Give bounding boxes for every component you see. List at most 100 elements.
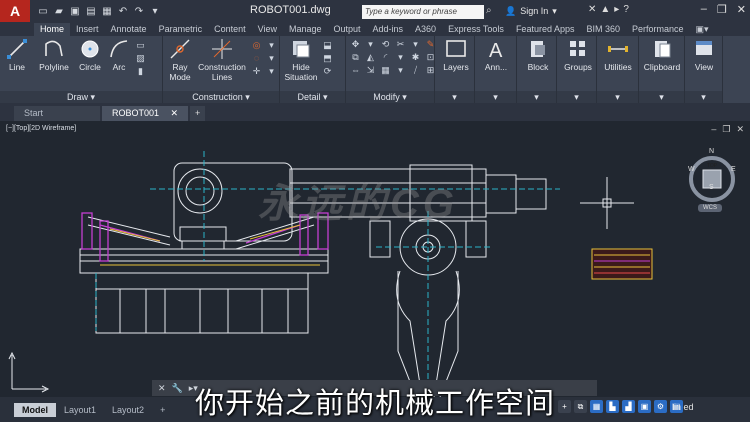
tab-performance[interactable]: Performance bbox=[626, 23, 690, 36]
annotation-dropdown[interactable]: ▾ bbox=[475, 91, 516, 103]
search-icon[interactable]: ⌕ bbox=[486, 5, 492, 16]
groups-dropdown[interactable]: ▾ bbox=[557, 91, 596, 103]
file-tab-start[interactable]: Start bbox=[14, 106, 100, 121]
stretch-icon[interactable]: ⇔ bbox=[350, 65, 361, 75]
utilities-dropdown[interactable]: ▾ bbox=[597, 91, 638, 103]
clipboard-dropdown[interactable]: ▾ bbox=[639, 91, 684, 103]
tab-add-ins[interactable]: Add-ins bbox=[367, 23, 410, 36]
move-icon[interactable]: ✥ bbox=[350, 39, 361, 49]
block-dropdown[interactable]: ▾ bbox=[517, 91, 556, 103]
compass-east[interactable]: E bbox=[731, 166, 736, 173]
search-input[interactable]: Type a keyword or phrase bbox=[362, 5, 484, 19]
snap-icon[interactable]: ▦ bbox=[590, 400, 603, 413]
sign-in-button[interactable]: 👤 Sign In ▾ bbox=[505, 6, 557, 17]
layout-tab-layout1[interactable]: Layout1 bbox=[56, 403, 104, 417]
block-button[interactable]: Block bbox=[523, 38, 553, 72]
detail-refresh-icon[interactable]: ⟳ bbox=[322, 66, 333, 76]
compass-south[interactable]: S bbox=[709, 184, 714, 191]
circle-button[interactable]: Circle bbox=[78, 38, 102, 72]
explode-icon[interactable]: ✱ bbox=[410, 52, 421, 62]
restore-icon[interactable]: ❐ bbox=[717, 3, 727, 16]
command-line[interactable]: ✕ 🔧 ▸▾ bbox=[152, 380, 597, 396]
annotation-button[interactable]: A Ann... bbox=[481, 38, 511, 72]
move-dropdown-icon[interactable]: ▾ bbox=[365, 39, 376, 49]
arc-button[interactable]: Arc bbox=[108, 38, 130, 72]
compass-west[interactable]: W bbox=[688, 166, 695, 173]
array-dropdown-icon[interactable]: ▾ bbox=[395, 65, 406, 75]
center-lines-icon[interactable]: ✛ bbox=[251, 66, 262, 76]
ortho-icon[interactable]: ▙ bbox=[606, 400, 619, 413]
dropdown-icon-3[interactable]: ▾ bbox=[266, 66, 277, 76]
construction-lines-button[interactable]: Construction Lines bbox=[197, 38, 247, 82]
detail-view-icon[interactable]: ⬓ bbox=[322, 40, 333, 50]
new-icon[interactable]: ▭ bbox=[36, 4, 50, 18]
section-icon[interactable]: ⬒ bbox=[322, 53, 333, 63]
layout-tab-layout2[interactable]: Layout2 bbox=[104, 403, 152, 417]
tab-insert[interactable]: Insert bbox=[70, 23, 105, 36]
compass-north[interactable]: N bbox=[709, 148, 714, 155]
redo-icon[interactable]: ↷ bbox=[132, 4, 146, 18]
save-as-icon[interactable]: ▤ bbox=[84, 4, 98, 18]
hatch-icon[interactable]: ▨ bbox=[135, 53, 146, 63]
tab-annotate[interactable]: Annotate bbox=[105, 23, 153, 36]
tangent-icon[interactable]: ◌ bbox=[251, 53, 262, 63]
customize-icon[interactable]: 🔧 bbox=[172, 383, 183, 394]
draw-panel-title[interactable]: Draw ▾ bbox=[0, 91, 162, 103]
scale-icon[interactable]: ⇲ bbox=[365, 65, 376, 75]
tab-view[interactable]: View bbox=[252, 23, 283, 36]
ribbon-options-icon[interactable]: ▣▾ bbox=[690, 23, 715, 36]
trim-icon[interactable]: ✂ bbox=[395, 39, 406, 49]
add-layout-button[interactable]: + bbox=[152, 403, 173, 417]
settings-icon[interactable]: ⚙ bbox=[654, 400, 667, 413]
trim-dropdown-icon[interactable]: ▾ bbox=[410, 39, 421, 49]
view-button[interactable]: View bbox=[689, 38, 719, 72]
model-space-icon[interactable]: + bbox=[558, 400, 571, 413]
clipboard-button[interactable]: Clipboard bbox=[642, 38, 682, 72]
tab-a360[interactable]: A360 bbox=[409, 23, 442, 36]
workspace-icon[interactable]: ▾ bbox=[148, 4, 162, 18]
tab-home[interactable]: Home bbox=[34, 23, 71, 36]
save-icon[interactable]: ▣ bbox=[68, 4, 82, 18]
view-dropdown[interactable]: ▾ bbox=[685, 91, 722, 103]
osnap-icon[interactable]: ▣ bbox=[638, 400, 651, 413]
exchange-icon[interactable]: ✕ bbox=[588, 4, 596, 15]
utilities-button[interactable]: Utilities bbox=[601, 38, 635, 72]
tab-featured-apps[interactable]: Featured Apps bbox=[510, 23, 581, 36]
help-icon[interactable]: ? bbox=[623, 4, 629, 15]
rectangle-icon[interactable]: ▭ bbox=[135, 40, 146, 50]
minimize-icon[interactable]: ‒ bbox=[701, 3, 707, 16]
copy-icon[interactable]: ⧉ bbox=[350, 52, 361, 62]
mirror-icon[interactable]: ◭ bbox=[365, 52, 376, 62]
polyline-button[interactable]: Polyline bbox=[38, 38, 70, 72]
detail-panel-title[interactable]: Detail ▾ bbox=[280, 91, 345, 103]
polar-icon[interactable]: ▟ bbox=[622, 400, 635, 413]
hide-situation-button[interactable]: Hide Situation bbox=[284, 38, 318, 82]
close-tab-icon[interactable]: ✕ bbox=[170, 106, 178, 121]
dropdown-icon-2[interactable]: ▾ bbox=[266, 53, 277, 63]
modify-panel-title[interactable]: Modify ▾ bbox=[346, 91, 434, 103]
line-button[interactable]: Line bbox=[6, 38, 28, 72]
construction-panel-title[interactable]: Construction ▾ bbox=[163, 91, 279, 103]
viewcube-top-label[interactable]: TOP bbox=[704, 163, 720, 169]
rotate-icon[interactable]: ⟲ bbox=[380, 39, 391, 49]
layout-tab-model[interactable]: Model bbox=[14, 402, 56, 417]
a360-icon[interactable]: ▲ bbox=[600, 4, 610, 15]
file-tab-robot001[interactable]: ROBOT001 ✕ bbox=[102, 106, 188, 121]
tab-output[interactable]: Output bbox=[328, 23, 367, 36]
new-tab-button[interactable]: + bbox=[190, 106, 206, 121]
close-command-line-icon[interactable]: ✕ bbox=[158, 383, 166, 394]
tab-parametric[interactable]: Parametric bbox=[153, 23, 209, 36]
drawing-canvas[interactable]: [−][Top][2D Wireframe] ‒ ❐ ✕ 永远的CG TOP N… bbox=[0, 121, 750, 397]
wcs-menu[interactable]: WCS bbox=[698, 204, 722, 212]
recent-commands-icon[interactable]: ▸▾ bbox=[189, 383, 198, 394]
ray-mode-button[interactable]: Ray Mode bbox=[165, 38, 195, 82]
close-icon[interactable]: ✕ bbox=[737, 3, 746, 16]
print-icon[interactable]: ▦ bbox=[100, 4, 114, 18]
application-menu-button[interactable]: A bbox=[0, 0, 30, 22]
circle-construction-icon[interactable]: ◎ bbox=[251, 40, 262, 50]
fillet-icon[interactable]: ◜ bbox=[380, 52, 391, 62]
gradient-icon[interactable]: ▮ bbox=[135, 66, 146, 76]
tab-content[interactable]: Content bbox=[208, 23, 252, 36]
stay-connected-icon[interactable]: ▸ bbox=[614, 4, 619, 15]
tab-express-tools[interactable]: Express Tools bbox=[442, 23, 510, 36]
